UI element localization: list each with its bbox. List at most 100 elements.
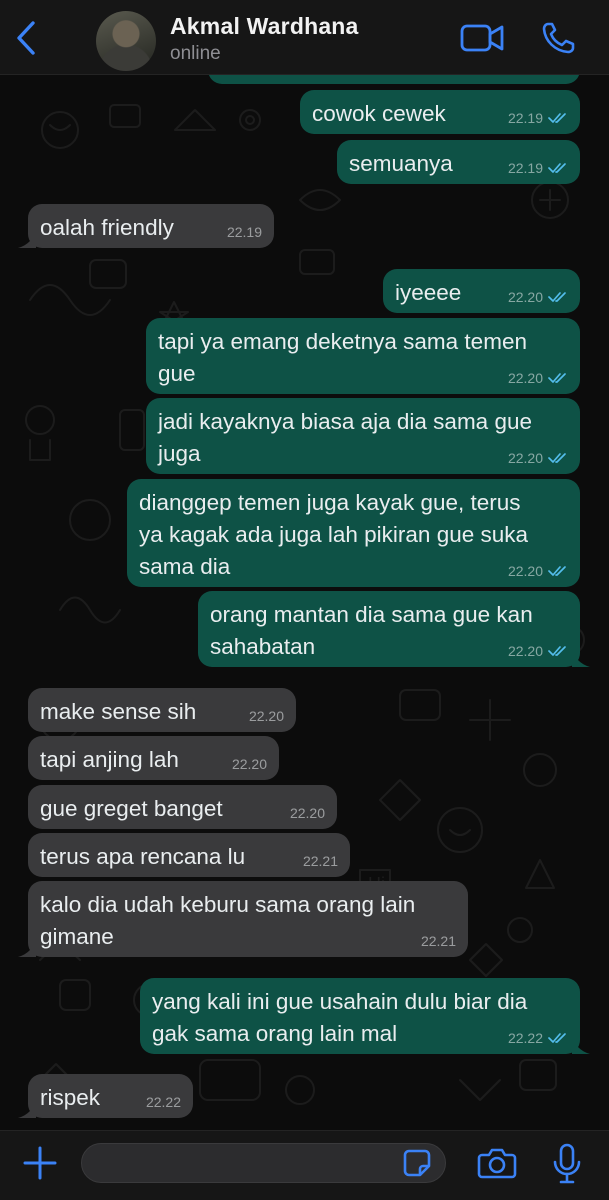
message-meta: 22.22: [508, 1030, 568, 1046]
outgoing-message[interactable]: orang mantan dia sama gue kan sahabatan 22…: [198, 591, 590, 667]
message-time: 22.21: [420, 933, 456, 949]
input-bar: [0, 1130, 609, 1200]
camera-button[interactable]: [477, 1145, 517, 1181]
outgoing-message[interactable]: tapi ya emang deketnya sama temen gue 22.2…: [146, 318, 580, 394]
message-text: oalah friendly: [40, 212, 174, 244]
chat-header: Akmal Wardhana online: [0, 0, 609, 75]
message-meta: 22.19: [227, 224, 262, 240]
message-text: orang mantan dia sama gue kan sahabatan: [210, 599, 533, 663]
voice-call-button[interactable]: [540, 20, 580, 56]
incoming-message[interactable]: tapi anjing lah 22.20: [28, 736, 279, 780]
microphone-button[interactable]: [550, 1143, 584, 1185]
message-meta: 22.21: [303, 853, 338, 869]
message-meta: 22.20: [232, 756, 267, 772]
outgoing-message[interactable]: semuanya 22.19: [337, 140, 580, 184]
contact-avatar[interactable]: [96, 11, 156, 71]
message-line: make sense sih: [40, 699, 197, 724]
message-text: make sense sih: [40, 696, 196, 728]
message-meta: 22.21: [421, 933, 456, 949]
message-time: 22.20: [248, 708, 284, 724]
message-line: orang mantan dia sama gue kan: [210, 602, 533, 627]
message-text: tapi anjing lah: [40, 744, 179, 776]
incoming-message[interactable]: terus apa rencana lu 22.21: [28, 833, 350, 877]
incoming-message[interactable]: make sense sih 22.20: [28, 688, 296, 732]
outgoing-message[interactable]: cowok cewek 22.19: [300, 90, 580, 134]
outgoing-message[interactable]: iyeeee 22.20: [383, 269, 580, 313]
message-text: dianggep temen juga kayak gue, terus ya k…: [139, 487, 528, 583]
microphone-icon: [553, 1143, 581, 1184]
message-line: sama dia: [139, 554, 231, 579]
camera-icon: [477, 1148, 517, 1179]
message-line: ya kagak ada juga lah pikiran gue suka: [139, 522, 529, 547]
message-line: juga: [158, 441, 201, 466]
message-time: 22.20: [507, 370, 543, 386]
message-meta: 22.19: [508, 110, 568, 126]
message-meta: 22.20: [249, 708, 284, 724]
bubble-tail: [572, 649, 590, 667]
sticker-icon: [403, 1149, 431, 1177]
message-text: kalo dia udah keburu sama orang lain gima…: [40, 889, 415, 953]
message-input[interactable]: [81, 1143, 446, 1183]
read-ticks-icon: [548, 453, 566, 463]
message-text: yang kali ini gue usahain dulu biar dia g…: [152, 986, 527, 1050]
message-meta: 22.22: [146, 1094, 181, 1110]
message-time: 22.20: [507, 563, 543, 579]
read-ticks-icon: [548, 292, 566, 302]
message-line: tapi anjing lah: [40, 747, 179, 772]
sticker-button[interactable]: [401, 1147, 433, 1179]
contact-status: online: [170, 43, 221, 64]
read-ticks-icon: [548, 1033, 566, 1043]
read-ticks-icon: [548, 646, 566, 656]
message-time: 22.21: [302, 853, 338, 869]
message-line: semuanya: [349, 151, 453, 176]
read-ticks-icon: [548, 163, 566, 173]
message-line: gue greget banget: [40, 796, 223, 821]
message-text: semuanya: [349, 148, 453, 180]
phone-icon: [542, 22, 575, 54]
message-line: gak sama orang lain mal: [152, 1021, 398, 1046]
read-ticks-icon: [548, 113, 566, 123]
message-line: tapi ya emang deketnya sama temen: [158, 329, 527, 354]
plus-icon: [23, 1146, 57, 1180]
incoming-message[interactable]: rispek 22.22: [18, 1074, 193, 1118]
message-text: tapi ya emang deketnya sama temen gue: [158, 326, 527, 390]
message-meta: 22.19: [508, 160, 568, 176]
message-time: 22.22: [145, 1094, 181, 1110]
outgoing-message[interactable]: yang kali ini gue usahain dulu biar dia g…: [140, 978, 590, 1054]
message-line: jadi kayaknya biasa aja dia sama gue: [158, 409, 532, 434]
message-line: oalah friendly: [40, 215, 174, 240]
read-ticks-icon: [548, 373, 566, 383]
message-time: 22.20: [507, 289, 543, 305]
message-time: 22.20: [507, 643, 543, 659]
message-text: rispek: [40, 1082, 100, 1114]
message-list[interactable]: 22.19cowok cewek22.19semuanya22.19oalah …: [0, 0, 609, 1130]
chevron-left-icon: [17, 21, 35, 55]
message-text: terus apa rencana lu: [40, 841, 245, 873]
message-meta: 22.20: [508, 563, 568, 579]
video-call-button[interactable]: [460, 20, 504, 56]
contact-name[interactable]: Akmal Wardhana: [170, 13, 359, 40]
message-line: sahabatan: [210, 634, 316, 659]
back-button[interactable]: [8, 18, 44, 58]
message-line: cowok cewek: [312, 101, 446, 126]
message-line: dianggep temen juga kayak gue, terus: [139, 490, 521, 515]
bubble-tail: [18, 939, 36, 957]
read-ticks-icon: [548, 566, 566, 576]
chat-screen: Hi Akmal Wardhana on: [0, 0, 609, 1200]
message-meta: 22.20: [290, 805, 325, 821]
outgoing-message[interactable]: dianggep temen juga kayak gue, terus ya k…: [127, 479, 580, 587]
incoming-message[interactable]: oalah friendly 22.19: [18, 204, 274, 248]
outgoing-message[interactable]: jadi kayaknya biasa aja dia sama gue juga…: [146, 398, 580, 474]
message-text: cowok cewek: [312, 98, 446, 130]
incoming-message[interactable]: gue greget banget 22.20: [28, 785, 337, 829]
message-line: rispek: [40, 1085, 101, 1110]
message-time: 22.20: [507, 450, 543, 466]
message-time: 22.22: [507, 1030, 543, 1046]
message-meta: 22.20: [508, 643, 568, 659]
attach-button[interactable]: [20, 1143, 60, 1183]
message-line: gimane: [40, 924, 114, 949]
incoming-message[interactable]: kalo dia udah keburu sama orang lain gima…: [18, 881, 468, 957]
message-line: iyeeee: [395, 280, 462, 305]
message-meta: 22.20: [508, 370, 568, 386]
message-time: 22.19: [226, 224, 262, 240]
